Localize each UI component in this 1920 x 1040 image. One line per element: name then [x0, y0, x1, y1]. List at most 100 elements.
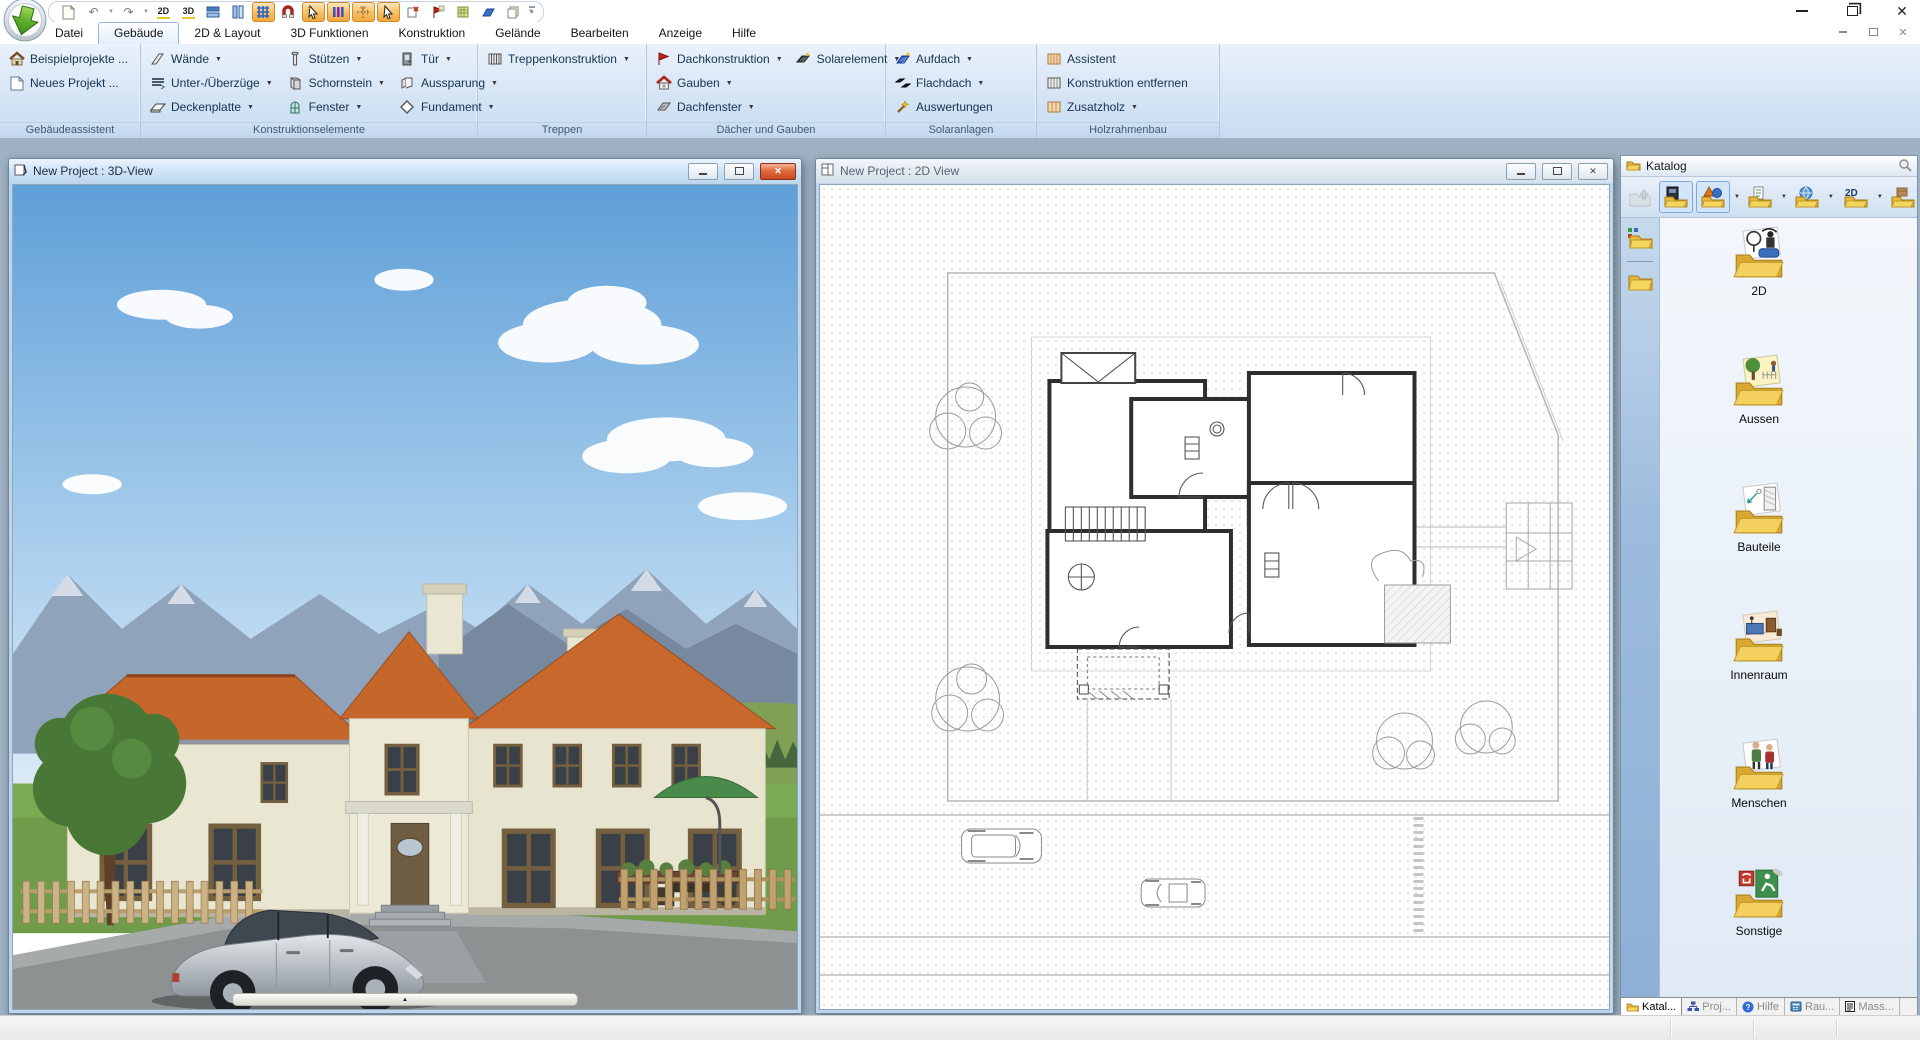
- window-3d-view[interactable]: New Project : 3D-View ✕: [8, 158, 802, 1014]
- catalog-item-sonstige[interactable]: Sonstige: [1694, 866, 1824, 994]
- select-special-icon[interactable]: [302, 2, 325, 22]
- transfer-properties-icon[interactable]: [402, 2, 425, 22]
- zusatzholz-button[interactable]: Zusatzholz▼: [1043, 95, 1213, 119]
- tab-gebaeude[interactable]: Gebäude: [98, 22, 179, 44]
- 3d-minimize-icon[interactable]: [688, 163, 718, 180]
- restore-icon[interactable]: [1840, 2, 1864, 20]
- tiling-view-icon[interactable]: [477, 2, 500, 22]
- parallel-guides-icon[interactable]: [327, 2, 350, 22]
- 3d-restore-icon[interactable]: [724, 163, 754, 180]
- neues-projekt-button[interactable]: Neues Projekt ...: [6, 71, 134, 95]
- tab-massen[interactable]: Mass...: [1840, 998, 1899, 1015]
- 3d-view-title-bar[interactable]: New Project : 3D-View ✕: [9, 159, 801, 183]
- hatch-display-icon[interactable]: [452, 2, 475, 22]
- mdi-restore-icon[interactable]: [1866, 26, 1880, 38]
- timber-assistant-icon: [1045, 51, 1062, 68]
- ribbon-group-konstruktionselemente: Wände▼ Unter-/Überzüge▼ Deckenplatte▼ St…: [141, 44, 478, 138]
- redo-dropdown-icon[interactable]: ▼: [143, 9, 149, 15]
- search-icon[interactable]: [1898, 158, 1912, 175]
- catalog-item-bauteile[interactable]: Bauteile: [1694, 482, 1824, 610]
- dachfenster-button[interactable]: Dachfenster▼: [653, 95, 785, 119]
- tab-katalog[interactable]: Katal...: [1621, 998, 1682, 1015]
- tab-bearbeiten[interactable]: Bearbeiten: [556, 23, 644, 44]
- documents-icon[interactable]: [1743, 181, 1777, 213]
- aufdach-button[interactable]: Aufdach▼: [892, 47, 1030, 71]
- 2d-plan-viewport[interactable]: [819, 184, 1610, 1010]
- tab-gelaende[interactable]: Gelände: [480, 23, 555, 44]
- tab-anzeige[interactable]: Anzeige: [644, 23, 717, 44]
- standard-catalog-icon[interactable]: [1626, 270, 1654, 295]
- tab-hilfe[interactable]: Hilfe: [717, 23, 771, 44]
- stuetzen-button[interactable]: Stützen▼: [285, 47, 387, 71]
- select-cursor-icon[interactable]: [377, 2, 400, 22]
- auswertungen-button[interactable]: Auswertungen: [892, 95, 1030, 119]
- catalog-item-aussen[interactable]: Aussen: [1694, 354, 1824, 482]
- documents-dropdown-icon[interactable]: ▼: [1781, 194, 1787, 200]
- internet-catalog-icon[interactable]: [1790, 181, 1824, 213]
- tab-datei[interactable]: Datei: [40, 23, 98, 44]
- tab-3d-funktionen[interactable]: 3D Funktionen: [275, 23, 383, 44]
- undo-dropdown-icon[interactable]: ▼: [108, 9, 114, 15]
- navigate-up-icon[interactable]: [1624, 181, 1656, 213]
- application-menu-button[interactable]: [2, 0, 48, 43]
- mdi-minimize-icon[interactable]: [1836, 26, 1850, 38]
- 3d-view-scroll-strip[interactable]: ▲: [232, 993, 578, 1006]
- room-textures-icon[interactable]: [1659, 181, 1693, 213]
- duplicate-view-icon[interactable]: [502, 2, 525, 22]
- window-2d-view[interactable]: New Project : 2D View ✕: [815, 158, 1614, 1014]
- assistent-button[interactable]: Assistent: [1043, 47, 1213, 71]
- gauben-button[interactable]: Gauben▼: [653, 71, 785, 95]
- internet-dropdown-icon[interactable]: ▼: [1828, 194, 1834, 200]
- unter-ueberzuege-button[interactable]: Unter-/Überzüge▼: [147, 71, 275, 95]
- catalog-header[interactable]: Katalog: [1621, 156, 1917, 177]
- 2d-close-icon[interactable]: ✕: [1578, 163, 1608, 180]
- project-catalog-icon[interactable]: [1626, 226, 1654, 253]
- symbols-2d-icon[interactable]: 2D: [1837, 181, 1873, 213]
- schornstein-button[interactable]: Schornstein▼: [285, 71, 387, 95]
- deckenplatte-button[interactable]: Deckenplatte▼: [147, 95, 275, 119]
- tab-hilfe-panel[interactable]: ? Hilfe: [1737, 998, 1785, 1015]
- split-vertical-icon[interactable]: [227, 2, 250, 22]
- floor-slab-icon: [149, 99, 166, 116]
- treppenkonstruktion-button[interactable]: Treppenkonstruktion▼: [484, 47, 640, 71]
- dachkonstruktion-button[interactable]: Dachkonstruktion▼: [653, 47, 785, 71]
- customize-toolbar-icon[interactable]: ▬▼: [529, 4, 535, 16]
- tab-konstruktion[interactable]: Konstruktion: [384, 23, 481, 44]
- 2d-view-title-bar[interactable]: New Project : 2D View ✕: [816, 159, 1613, 183]
- roof-tool-icon[interactable]: [427, 2, 450, 22]
- toggle-grid-icon[interactable]: [252, 2, 275, 22]
- title-bar[interactable]: ↶▼ ↷▼ 2D 3D: [0, 0, 1920, 22]
- toggle-snap-icon[interactable]: [277, 2, 300, 22]
- 2d-minimize-icon[interactable]: [1506, 163, 1536, 180]
- fenster-button[interactable]: Fenster▼: [285, 95, 387, 119]
- tab-raum[interactable]: Rau...: [1785, 998, 1840, 1015]
- objects-3d-dropdown-icon[interactable]: ▼: [1734, 194, 1740, 200]
- tab-projekt[interactable]: Proj...: [1682, 998, 1737, 1015]
- catalog-item-menschen[interactable]: Menschen: [1694, 738, 1824, 866]
- undo-icon[interactable]: ↶: [82, 2, 105, 22]
- objects-3d-icon[interactable]: [1696, 181, 1730, 213]
- symbols-2d-dropdown-icon[interactable]: ▼: [1877, 194, 1883, 200]
- 3d-close-icon[interactable]: ✕: [760, 163, 796, 180]
- collections-icon[interactable]: [1886, 181, 1920, 213]
- waende-button[interactable]: Wände▼: [147, 47, 275, 71]
- redo-icon[interactable]: ↷: [117, 2, 140, 22]
- new-document-icon[interactable]: [57, 2, 80, 22]
- 2d-restore-icon[interactable]: [1542, 163, 1572, 180]
- split-horizontal-icon[interactable]: [202, 2, 225, 22]
- minimize-icon[interactable]: [1790, 2, 1814, 20]
- mdi-close-icon[interactable]: ✕: [1896, 26, 1910, 38]
- flachdach-button[interactable]: Flachdach▼: [892, 71, 1030, 95]
- close-icon[interactable]: ✕: [1890, 2, 1914, 20]
- view-3d-icon[interactable]: 3D: [177, 2, 200, 22]
- view-2d-icon[interactable]: 2D: [152, 2, 175, 22]
- tab-2d-layout[interactable]: 2D & Layout: [179, 23, 275, 44]
- group-label: Holzrahmenbau: [1037, 122, 1219, 138]
- button-label: Flachdach: [916, 76, 971, 90]
- beispielprojekte-button[interactable]: Beispielprojekte ...: [6, 47, 134, 71]
- catalog-item-2d[interactable]: 2D: [1694, 226, 1824, 354]
- catalog-item-innenraum[interactable]: Innenraum: [1694, 610, 1824, 738]
- construction-axis-icon[interactable]: [352, 2, 375, 22]
- 3d-render-viewport[interactable]: ▲: [12, 184, 798, 1010]
- konstruktion-entfernen-button[interactable]: Konstruktion entfernen: [1043, 71, 1213, 95]
